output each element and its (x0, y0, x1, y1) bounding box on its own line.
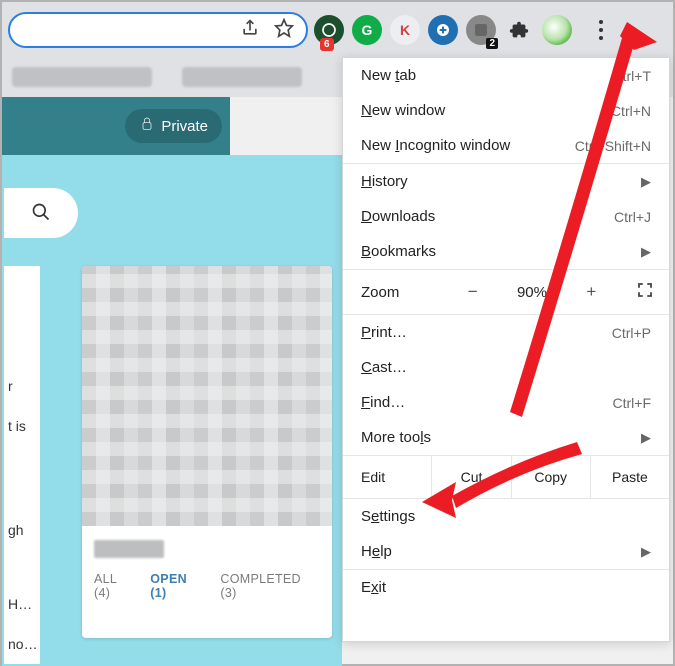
extension-a-icon[interactable]: 6 (314, 15, 344, 45)
menu-new-window[interactable]: New window Ctrl+N (343, 93, 669, 128)
extensions-puzzle-icon[interactable] (504, 15, 534, 45)
submenu-arrow-icon: ▶ (641, 430, 651, 446)
menu-print[interactable]: Print… Ctrl+P (343, 315, 669, 350)
menu-bookmarks[interactable]: Bookmarks ▶ (343, 234, 669, 269)
extension-e-badge: 2 (486, 38, 498, 49)
extension-d-icon[interactable] (428, 15, 458, 45)
bookmark-item[interactable] (182, 67, 302, 87)
zoom-value: 90% (502, 284, 561, 301)
zoom-out-button[interactable]: − (443, 282, 502, 302)
text-line: t is (8, 418, 36, 434)
lock-icon (139, 116, 155, 136)
edit-label: Edit (343, 456, 431, 498)
submenu-arrow-icon: ▶ (641, 174, 651, 190)
chrome-menu: New tab Ctrl+T New window Ctrl+N New Inc… (342, 57, 670, 642)
menu-help[interactable]: Help ▶ (343, 534, 669, 569)
menu-history[interactable]: History ▶ (343, 164, 669, 199)
menu-find[interactable]: Find… Ctrl+F (343, 385, 669, 420)
date-header (82, 526, 332, 564)
extension-c-icon[interactable]: K (390, 15, 420, 45)
browser-toolbar: 6 G K 2 (2, 2, 673, 57)
bookmark-item[interactable] (12, 67, 152, 87)
private-button[interactable]: Private (125, 109, 222, 143)
chrome-menu-button[interactable] (584, 13, 618, 47)
address-bar[interactable] (8, 12, 308, 48)
menu-new-tab[interactable]: New tab Ctrl+T (343, 58, 669, 93)
zoom-in-button[interactable]: + (562, 282, 621, 302)
menu-cast[interactable]: Cast… (343, 350, 669, 385)
tab-completed[interactable]: COMPLETED (3) (220, 572, 320, 600)
sidebar-card: r t is gh H… no… (4, 266, 40, 664)
content-card: ALL (4) OPEN (1) COMPLETED (3) (82, 266, 332, 638)
private-label: Private (161, 118, 208, 135)
text-line: r (8, 378, 36, 394)
filter-tabs: ALL (4) OPEN (1) COMPLETED (3) (82, 564, 332, 608)
submenu-arrow-icon: ▶ (641, 244, 651, 260)
menu-downloads[interactable]: Downloads Ctrl+J (343, 199, 669, 234)
text-line: H… (8, 596, 36, 612)
tab-open[interactable]: OPEN (1) (150, 572, 206, 600)
blurred-content (82, 266, 332, 526)
page-header: Private (2, 97, 230, 155)
share-icon[interactable] (240, 18, 260, 41)
star-icon[interactable] (274, 18, 294, 41)
menu-incognito[interactable]: New Incognito window Ctrl+Shift+N (343, 128, 669, 163)
text-line: no… (8, 636, 36, 652)
paste-button[interactable]: Paste (590, 456, 669, 498)
submenu-arrow-icon: ▶ (641, 544, 651, 560)
profile-avatar[interactable] (542, 15, 572, 45)
fullscreen-icon (636, 281, 654, 303)
search-button[interactable] (4, 188, 78, 238)
tab-all[interactable]: ALL (4) (94, 572, 136, 600)
menu-more-tools[interactable]: More tools ▶ (343, 420, 669, 455)
menu-zoom-row: Zoom − 90% + (343, 269, 669, 315)
menu-exit[interactable]: Exit (343, 570, 669, 605)
extensions-row: 6 G K 2 (314, 13, 618, 47)
zoom-label: Zoom (343, 284, 443, 301)
menu-settings[interactable]: Settings (343, 499, 669, 534)
search-icon (31, 202, 51, 225)
fullscreen-button[interactable] (621, 281, 669, 303)
extension-a-badge: 6 (320, 38, 334, 51)
extension-e-icon[interactable]: 2 (466, 15, 496, 45)
text-line: gh (8, 522, 36, 538)
cut-button[interactable]: Cut (431, 456, 510, 498)
extension-b-icon[interactable]: G (352, 15, 382, 45)
copy-button[interactable]: Copy (511, 456, 590, 498)
menu-edit-row: Edit Cut Copy Paste (343, 455, 669, 499)
